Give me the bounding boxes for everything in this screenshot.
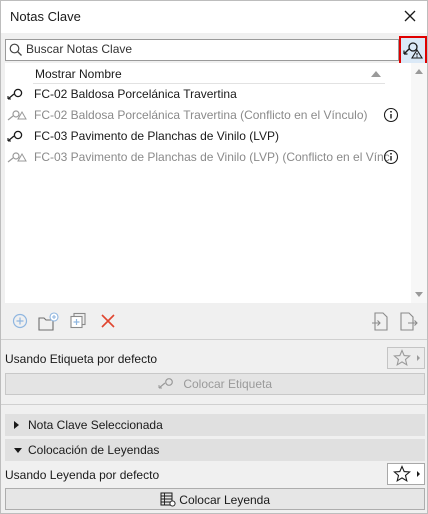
linked-keynote-icon	[7, 87, 29, 104]
chevron-down-icon	[14, 448, 22, 453]
search-icon	[9, 43, 22, 56]
keynote-list: Mostrar Nombre FC-02 Baldosa Porcelánica…	[5, 63, 427, 303]
sort-ascending-icon[interactable]	[371, 71, 381, 77]
section-legend-placement[interactable]: Colocación de Leyendas	[5, 439, 425, 461]
tag-default-status: Usando Etiqueta por defecto	[5, 352, 158, 366]
linked-keynote-icon	[7, 129, 29, 146]
legend-table-icon	[160, 492, 176, 507]
close-icon[interactable]	[399, 5, 421, 27]
place-tag-button[interactable]: Colocar Etiqueta	[5, 373, 425, 395]
scroll-down-icon[interactable]	[415, 292, 423, 297]
export-icon[interactable]	[399, 312, 419, 332]
section-selected-keynote[interactable]: Nota Clave Seleccionada	[5, 414, 425, 436]
list-header[interactable]: Mostrar Nombre	[33, 65, 385, 84]
list-item[interactable]: FC-02 Baldosa Porcelánica Travertina	[5, 84, 409, 104]
scroll-up-icon[interactable]	[415, 69, 423, 74]
search-box	[5, 39, 399, 61]
info-icon[interactable]	[383, 107, 399, 126]
tag-favorites-button[interactable]	[387, 347, 425, 369]
section-title: Colocación de Leyendas	[28, 443, 160, 457]
divider	[1, 404, 427, 405]
section-title: Nota Clave Seleccionada	[28, 418, 163, 432]
window-title: Notas Clave	[10, 9, 81, 24]
duplicate-icon[interactable]	[69, 312, 89, 332]
divider	[1, 339, 427, 340]
place-tag-label: Colocar Etiqueta	[183, 377, 273, 391]
tag-leader-icon	[158, 378, 173, 389]
keynote-name: FC-02 Baldosa Porcelánica Travertina (Co…	[34, 108, 368, 122]
search-input[interactable]	[26, 41, 392, 57]
keynotes-window: Notas Clave Mostrar Nombre	[0, 0, 428, 514]
star-icon	[393, 349, 420, 366]
legend-default-status: Usando Leyenda por defecto	[5, 468, 160, 482]
link-conflict-icon	[7, 108, 29, 125]
link-conflict-icon	[7, 150, 29, 167]
keynote-name: FC-03 Pavimento de Planchas de Vinilo (L…	[34, 129, 280, 143]
star-icon	[393, 465, 420, 482]
chevron-right-icon	[14, 421, 19, 429]
add-folder-icon[interactable]	[38, 312, 59, 332]
import-icon[interactable]	[371, 312, 391, 332]
column-header-display-name[interactable]: Mostrar Nombre	[35, 67, 122, 81]
show-conflicts-filter-button[interactable]	[399, 36, 427, 65]
place-legend-button[interactable]: Colocar Leyenda	[5, 488, 425, 510]
add-keynote-icon[interactable]	[11, 312, 31, 332]
title-bar: Notas Clave	[1, 1, 427, 33]
link-conflict-icon	[403, 42, 423, 59]
list-item[interactable]: FC-03 Pavimento de Planchas de Vinilo (L…	[5, 126, 409, 146]
keynote-name: FC-03 Pavimento de Planchas de Vinilo (L…	[34, 150, 390, 164]
legend-favorites-button[interactable]	[387, 463, 425, 485]
list-item[interactable]: FC-03 Pavimento de Planchas de Vinilo (L…	[5, 147, 409, 167]
delete-icon[interactable]	[99, 312, 119, 332]
list-toolbar	[1, 309, 427, 335]
list-item[interactable]: FC-02 Baldosa Porcelánica Travertina (Co…	[5, 105, 409, 125]
list-scrollbar[interactable]	[411, 63, 427, 303]
info-icon[interactable]	[383, 149, 399, 168]
place-legend-label: Colocar Leyenda	[179, 493, 271, 507]
keynote-name: FC-02 Baldosa Porcelánica Travertina	[34, 87, 237, 101]
